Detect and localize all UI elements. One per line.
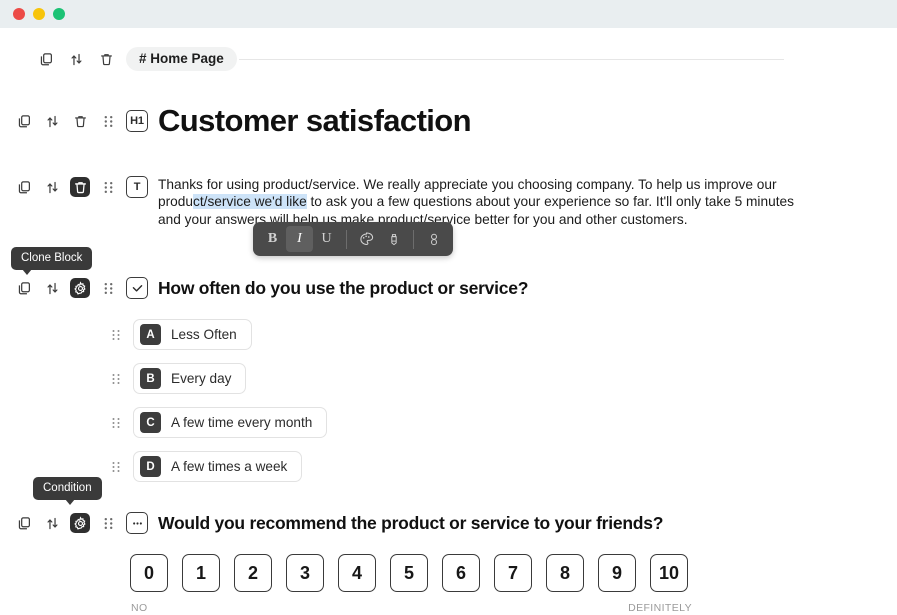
nps-option-8[interactable]: 8 [546, 554, 584, 592]
paragraph-gutter: T [14, 176, 148, 198]
nps-option-6[interactable]: 6 [442, 554, 480, 592]
move-icon[interactable] [66, 49, 86, 69]
app-window: # Home Page H1 Customer satisfaction T T… [0, 0, 897, 615]
page-header-row: # Home Page [36, 46, 784, 72]
option-label: Less Often [171, 327, 237, 342]
drag-handle-icon[interactable] [98, 513, 118, 533]
drag-handle-icon[interactable] [108, 459, 124, 475]
nps-option-4[interactable]: 4 [338, 554, 376, 592]
gear-icon[interactable] [70, 513, 90, 533]
italic-button[interactable]: I [286, 226, 313, 252]
move-icon[interactable] [42, 513, 62, 533]
move-icon[interactable] [42, 111, 62, 131]
question-title-nps[interactable]: Would you recommend the product or servi… [158, 513, 663, 534]
block-type-badge-text[interactable]: T [126, 176, 148, 198]
window-titlebar [0, 0, 897, 28]
toolbar-divider [346, 229, 347, 249]
move-icon[interactable] [42, 278, 62, 298]
list-item: B Every day [108, 363, 327, 394]
block-question-nps: Would you recommend the product or servi… [14, 512, 663, 534]
format-toolbar: B I U [253, 222, 453, 256]
page-title[interactable]: Customer satisfaction [158, 103, 472, 138]
option-card[interactable]: D A few times a week [133, 451, 303, 482]
trash-icon[interactable] [70, 177, 90, 197]
block-heading: H1 Customer satisfaction [14, 103, 472, 138]
nps-option-0[interactable]: 0 [130, 554, 168, 592]
gear-icon[interactable] [70, 278, 90, 298]
bold-button[interactable]: B [259, 226, 286, 252]
list-item: A Less Often [108, 319, 327, 350]
link-icon[interactable] [420, 226, 447, 252]
tooltip-clone-block: Clone Block [11, 247, 93, 275]
clone-icon[interactable] [36, 49, 56, 69]
option-card[interactable]: A Less Often [133, 319, 252, 350]
drag-handle-icon[interactable] [108, 327, 124, 343]
nps-option-7[interactable]: 7 [494, 554, 532, 592]
palette-icon[interactable] [353, 226, 380, 252]
page-breadcrumb-pill[interactable]: # Home Page [126, 47, 237, 71]
option-card[interactable]: C A few time every month [133, 407, 328, 438]
nps-option-9[interactable]: 9 [598, 554, 636, 592]
nps-option-2[interactable]: 2 [234, 554, 272, 592]
option-label: A few times a week [171, 459, 288, 474]
nps-label-high: DEFINITELY [628, 602, 692, 614]
option-key-badge: C [140, 412, 161, 433]
list-item: C A few time every month [108, 407, 328, 438]
toolbar-divider [413, 229, 414, 249]
drag-handle-icon[interactable] [98, 111, 118, 131]
nps-option-1[interactable]: 1 [182, 554, 220, 592]
block-question-choice: How often do you use the product or serv… [14, 277, 528, 299]
underline-button[interactable]: U [313, 226, 340, 252]
editor-canvas: # Home Page H1 Customer satisfaction T T… [0, 28, 897, 615]
clone-icon[interactable] [14, 278, 34, 298]
paragraph-text[interactable]: Thanks for using product/service. We rea… [158, 176, 804, 228]
nps-option-10[interactable]: 10 [650, 554, 688, 592]
zoom-button[interactable] [53, 8, 65, 20]
clone-icon[interactable] [14, 513, 34, 533]
choice-options-list: A Less Often B Every day C A few time ev… [108, 319, 328, 495]
page-header-gutter [36, 49, 116, 69]
paragraph-text-selection: ct/service we'd like [193, 194, 307, 210]
nps-option-3[interactable]: 3 [286, 554, 324, 592]
trash-icon[interactable] [96, 49, 116, 69]
drag-handle-icon[interactable] [108, 371, 124, 387]
nps-gutter [14, 512, 148, 534]
option-label: A few time every month [171, 415, 313, 430]
option-label: Every day [171, 371, 232, 386]
question-title-choice[interactable]: How often do you use the product or serv… [158, 278, 528, 299]
block-type-badge-h1[interactable]: H1 [126, 110, 148, 133]
option-key-badge: A [140, 324, 161, 345]
list-item: D A few times a week [108, 451, 327, 482]
block-type-badge-check[interactable] [126, 277, 148, 299]
nps-option-5[interactable]: 5 [390, 554, 428, 592]
heading-gutter: H1 [14, 110, 148, 133]
option-card[interactable]: B Every day [133, 363, 247, 394]
clone-icon[interactable] [14, 177, 34, 197]
drag-handle-icon[interactable] [98, 278, 118, 298]
block-type-badge-scale[interactable] [126, 512, 148, 534]
nps-endpoint-labels: NO DEFINITELY [131, 602, 692, 614]
marker-icon[interactable] [380, 226, 407, 252]
clone-icon[interactable] [14, 111, 34, 131]
move-icon[interactable] [42, 177, 62, 197]
nps-scale: 0 1 2 3 4 5 6 7 8 9 10 [130, 554, 688, 592]
page-header-divider [238, 58, 784, 60]
close-button[interactable] [13, 8, 25, 20]
drag-handle-icon[interactable] [98, 177, 118, 197]
choice-gutter [14, 277, 148, 299]
option-key-badge: B [140, 368, 161, 389]
nps-label-low: NO [131, 602, 148, 614]
option-key-badge: D [140, 456, 161, 477]
block-paragraph: T Thanks for using product/service. We r… [14, 176, 804, 228]
tooltip-condition: Condition [33, 477, 102, 505]
trash-icon[interactable] [70, 111, 90, 131]
minimize-button[interactable] [33, 8, 45, 20]
drag-handle-icon[interactable] [108, 415, 124, 431]
